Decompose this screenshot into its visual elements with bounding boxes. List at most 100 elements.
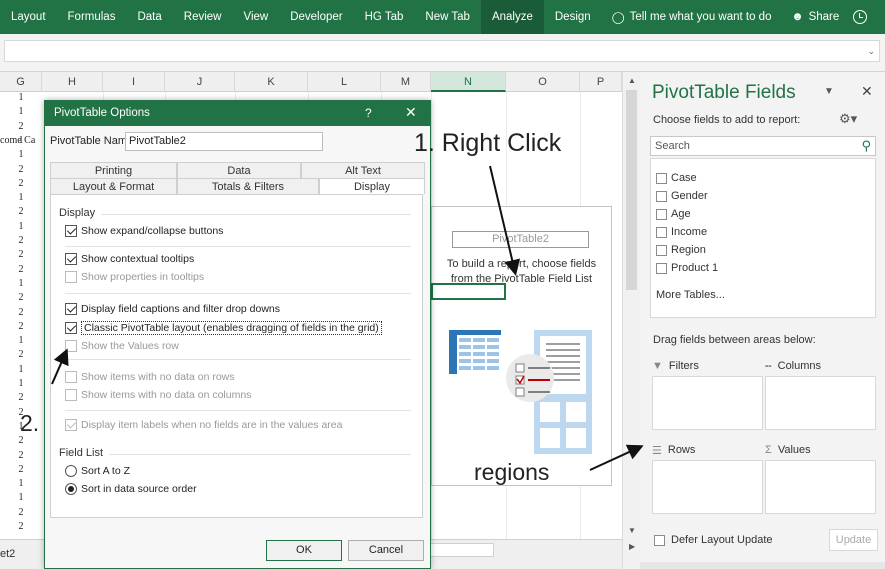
tab-review[interactable]: Review <box>173 0 233 34</box>
cell-value[interactable]: 1 <box>0 335 42 347</box>
defer-checkbox-box[interactable] <box>654 534 665 546</box>
panel-close-icon[interactable]: ✕ <box>861 83 873 100</box>
tab-display[interactable]: Display <box>319 178 425 194</box>
field-checkbox[interactable] <box>656 262 667 274</box>
field-item-age[interactable]: Age <box>656 207 691 221</box>
filters-drop-zone[interactable] <box>652 376 763 430</box>
gear-icon[interactable]: ⚙▾ <box>839 111 857 127</box>
column-header-o[interactable]: O <box>506 72 580 92</box>
cell-value[interactable]: 2 <box>0 206 42 218</box>
cell-value[interactable]: 2 <box>0 121 42 133</box>
column-header-g[interactable]: G <box>0 72 42 92</box>
field-checkbox[interactable] <box>656 190 667 202</box>
expand-formula-chevron-icon[interactable]: ⌄ <box>867 46 875 57</box>
column-header-k[interactable]: K <box>235 72 308 92</box>
columns-area[interactable]: ╍ Columns <box>765 358 876 430</box>
cell-value[interactable]: 2 <box>0 307 42 319</box>
scroll-down-icon[interactable]: ▼ <box>628 526 636 535</box>
income-category-header-cell[interactable]: come Ca <box>0 135 42 146</box>
tab-alt-text[interactable]: Alt Text <box>301 162 425 178</box>
cell-value[interactable]: 2 <box>0 521 42 533</box>
cell-value[interactable]: 2 <box>0 392 42 404</box>
cell-value[interactable]: 1 <box>0 192 42 204</box>
cell-value[interactable]: 1 <box>0 378 42 390</box>
field-checkbox[interactable] <box>656 226 667 238</box>
search-icon[interactable]: ⚲ <box>861 138 871 154</box>
field-checkbox[interactable] <box>656 244 667 256</box>
cell-value[interactable]: 2 <box>0 507 42 519</box>
radio[interactable] <box>65 465 77 477</box>
scroll-right-icon[interactable]: ▶ <box>629 542 635 551</box>
tab-layout[interactable]: Layout <box>0 0 57 34</box>
tab-data[interactable]: Data <box>177 162 301 178</box>
selected-cell[interactable] <box>431 283 506 300</box>
tab-hg-tab[interactable]: HG Tab <box>354 0 415 34</box>
field-item-case[interactable]: Case <box>656 171 697 185</box>
field-item-income[interactable]: Income <box>656 225 707 239</box>
checkbox[interactable] <box>65 322 77 334</box>
history-icon[interactable] <box>853 10 868 24</box>
tab-design[interactable]: Design <box>544 0 602 34</box>
cell-value[interactable]: 1 <box>0 106 42 118</box>
tab-totals-filters[interactable]: Totals & Filters <box>177 178 319 194</box>
tab-formulas[interactable]: Formulas <box>57 0 127 34</box>
tell-me-box[interactable]: ◯ Tell me what you want to do <box>602 10 772 24</box>
column-header-h[interactable]: H <box>42 72 103 92</box>
filters-area[interactable]: ▼ Filters <box>652 358 763 430</box>
scroll-thumb[interactable] <box>626 90 637 290</box>
vertical-scrollbar[interactable]: ▲ ▼ ▶ <box>622 72 640 569</box>
formula-input[interactable] <box>4 40 880 62</box>
cell-value[interactable]: 2 <box>0 321 42 333</box>
field-checkbox[interactable] <box>656 172 667 184</box>
cell-value[interactable]: 1 <box>0 478 42 490</box>
field-search-input[interactable]: Search ⚲ <box>650 136 876 156</box>
option-classic-layout[interactable]: Classic PivotTable layout (enables dragg… <box>65 321 382 335</box>
sheet-tab[interactable]: et2 <box>0 545 34 563</box>
field-item-region[interactable]: Region <box>656 243 706 257</box>
cancel-button[interactable]: Cancel <box>348 540 424 561</box>
field-item-product-1[interactable]: Product 1 <box>656 261 718 275</box>
cell-value[interactable]: 1 <box>0 364 42 376</box>
close-icon[interactable]: ✕ <box>405 104 417 121</box>
share-button[interactable]: ☻ Share <box>791 11 839 23</box>
defer-layout-checkbox[interactable]: Defer Layout Update <box>654 534 773 546</box>
update-button[interactable]: Update <box>829 529 878 551</box>
column-header-p[interactable]: P <box>580 72 622 92</box>
values-area[interactable]: Σ Values <box>765 442 876 514</box>
cell-value[interactable]: 2 <box>0 264 42 276</box>
checkbox[interactable] <box>65 225 77 237</box>
cell-value[interactable]: 2 <box>0 164 42 176</box>
option-sort-data-source[interactable]: Sort in data source order <box>65 483 197 495</box>
cell-value[interactable]: 2 <box>0 450 42 462</box>
field-item-gender[interactable]: Gender <box>656 189 708 203</box>
cell-value[interactable]: 1 <box>0 221 42 233</box>
help-icon[interactable]: ? <box>365 106 372 120</box>
cell-value[interactable]: 2 <box>0 464 42 476</box>
cell-value[interactable]: 2 <box>0 249 42 261</box>
tab-printing[interactable]: Printing <box>50 162 177 178</box>
rows-drop-zone[interactable] <box>652 460 763 514</box>
option-field-captions[interactable]: Display field captions and filter drop d… <box>65 303 280 315</box>
rows-area[interactable]: ☰ Rows <box>652 442 763 514</box>
column-header-l[interactable]: L <box>308 72 381 92</box>
cell-value[interactable]: 2 <box>0 349 42 361</box>
tab-view[interactable]: View <box>232 0 279 34</box>
cell-value[interactable]: 2 <box>0 178 42 190</box>
values-drop-zone[interactable] <box>765 460 876 514</box>
tab-analyze[interactable]: Analyze <box>480 0 544 34</box>
option-sort-a-to-z[interactable]: Sort A to Z <box>65 465 130 477</box>
cell-value[interactable]: 2 <box>0 292 42 304</box>
option-expand-collapse[interactable]: Show expand/collapse buttons <box>65 225 223 237</box>
horizontal-scrollbar[interactable] <box>430 543 494 557</box>
more-tables-link[interactable]: More Tables... <box>656 289 725 301</box>
tab-layout-format[interactable]: Layout & Format <box>50 178 177 194</box>
column-header-i[interactable]: I <box>103 72 165 92</box>
checkbox[interactable] <box>65 253 77 265</box>
ok-button[interactable]: OK <box>266 540 342 561</box>
checkbox[interactable] <box>65 303 77 315</box>
option-contextual-tooltips[interactable]: Show contextual tooltips <box>65 253 194 265</box>
field-checkbox[interactable] <box>656 208 667 220</box>
column-header-n[interactable]: N <box>431 72 506 92</box>
columns-drop-zone[interactable] <box>765 376 876 430</box>
cell-value[interactable]: 1 <box>0 149 42 161</box>
